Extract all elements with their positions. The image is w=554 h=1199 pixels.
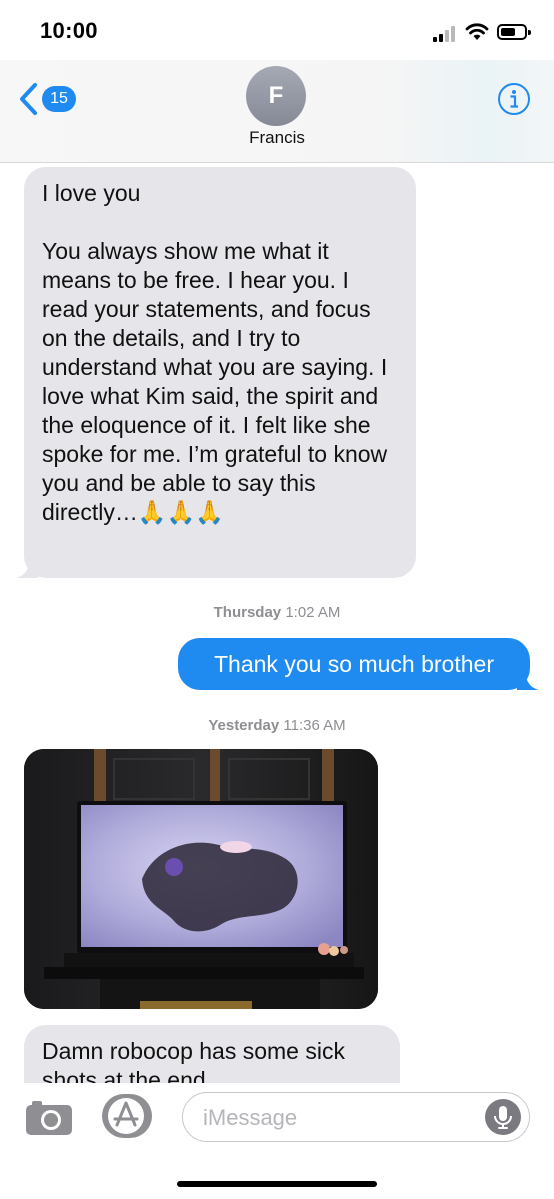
camera-icon[interactable]: [24, 1097, 74, 1137]
message-text: I love you You always show me what it me…: [42, 180, 388, 525]
microphone-icon: [494, 1106, 512, 1129]
incoming-message-bubble[interactable]: I love you You always show me what it me…: [16, 167, 416, 578]
message-list[interactable]: I love you You always show me what it me…: [0, 163, 554, 1083]
incoming-message-bubble[interactable]: Damn robocop has some sick shots at the …: [24, 1025, 400, 1083]
status-bar: 10:00: [0, 0, 554, 64]
imessage-field[interactable]: [182, 1092, 530, 1142]
timestamp: Yesterday 11:36 AM: [208, 717, 346, 734]
battery-icon: [497, 24, 531, 40]
photo-message[interactable]: [24, 749, 378, 1009]
bubble-tail: [517, 668, 539, 690]
app-store-icon[interactable]: [102, 1094, 156, 1138]
back-button[interactable]: 15: [18, 82, 76, 116]
message-input[interactable]: [201, 1101, 485, 1135]
chevron-left-icon: [20, 83, 37, 115]
message-text: Damn robocop has some sick shots at the …: [42, 1038, 352, 1083]
cellular-signal-icon: [433, 26, 459, 42]
outgoing-message-bubble[interactable]: Thank you so much brother: [178, 638, 539, 690]
info-icon[interactable]: [497, 82, 531, 116]
compose-bar: [0, 1083, 554, 1153]
tv-photo-image: [24, 749, 378, 1009]
wifi-icon: [465, 23, 489, 40]
contact-name[interactable]: Francis: [0, 128, 554, 148]
bubble-tail: [16, 556, 38, 578]
timestamp: Thursday 1:02 AM: [213, 604, 341, 621]
home-indicator[interactable]: [177, 1181, 377, 1187]
status-time: 10:00: [40, 18, 98, 43]
contact-avatar[interactable]: F: [246, 66, 306, 126]
message-text: Thank you so much brother: [214, 650, 494, 677]
conversation-header: 15 F Francis: [0, 60, 554, 163]
unread-count-badge: 15: [42, 86, 76, 112]
microphone-button[interactable]: [485, 1099, 521, 1135]
